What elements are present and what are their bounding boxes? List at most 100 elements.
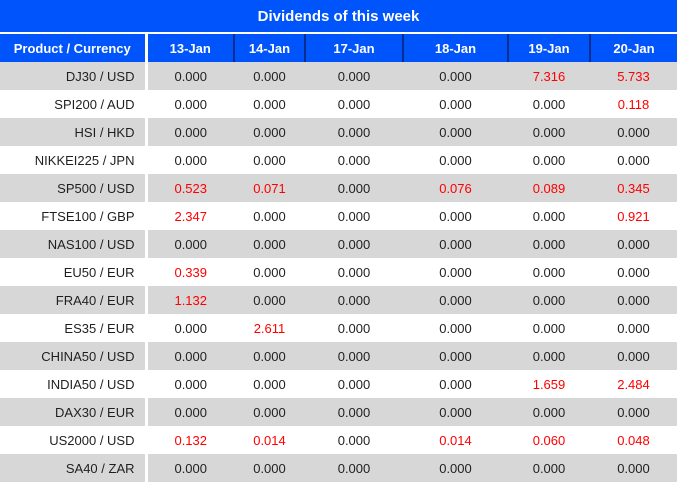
value-cell: 0.000 bbox=[305, 118, 403, 146]
column-header-date: 13-Jan bbox=[146, 34, 234, 62]
value-cell: 0.000 bbox=[305, 342, 403, 370]
value-cell: 0.000 bbox=[234, 286, 305, 314]
product-cell: DAX30 / EUR bbox=[0, 398, 148, 426]
value-cell: 0.000 bbox=[403, 146, 508, 174]
value-cell: 0.000 bbox=[403, 202, 508, 230]
table-row: ES35 / EUR 0.000 2.611 0.000 0.000 0.000 0.000 bbox=[0, 314, 677, 342]
column-header-date: 17-Jan bbox=[304, 34, 403, 62]
value-cell: 0.000 bbox=[403, 342, 508, 370]
value-cell: 0.000 bbox=[508, 286, 590, 314]
product-cell: DJ30 / USD bbox=[0, 62, 148, 90]
value-cell: 0.048 bbox=[590, 426, 677, 454]
value-cell: 0.000 bbox=[403, 370, 508, 398]
value-cell: 0.000 bbox=[234, 230, 305, 258]
value-cell: 0.000 bbox=[403, 398, 508, 426]
value-cell: 0.000 bbox=[508, 398, 590, 426]
value-cell: 0.071 bbox=[234, 174, 305, 202]
table-row: FTSE100 / GBP 2.347 0.000 0.000 0.000 0.000 0.… bbox=[0, 202, 677, 230]
product-cell: SA40 / ZAR bbox=[0, 454, 148, 482]
value-cell: 0.000 bbox=[305, 426, 403, 454]
value-cell: 0.000 bbox=[146, 370, 234, 398]
value-cell: 0.000 bbox=[234, 454, 305, 482]
value-cell: 0.000 bbox=[590, 230, 677, 258]
value-cell: 0.000 bbox=[508, 258, 590, 286]
page-title: Dividends of this week bbox=[0, 0, 677, 34]
value-cell: 0.000 bbox=[305, 454, 403, 482]
product-cell: US2000 / USD bbox=[0, 426, 148, 454]
table-row: NAS100 / USD 0.000 0.000 0.000 0.000 0.000 0.0… bbox=[0, 230, 677, 258]
value-cell: 2.347 bbox=[146, 202, 234, 230]
value-cell: 1.659 bbox=[508, 370, 590, 398]
value-cell: 0.000 bbox=[234, 202, 305, 230]
value-cell: 0.523 bbox=[146, 174, 234, 202]
value-cell: 0.060 bbox=[508, 426, 590, 454]
table-row: US2000 / USD 0.132 0.014 0.000 0.014 0.060 0.0… bbox=[0, 426, 677, 454]
product-cell: NAS100 / USD bbox=[0, 230, 148, 258]
value-cell: 0.000 bbox=[403, 62, 508, 90]
value-cell: 0.000 bbox=[146, 398, 234, 426]
value-cell: 0.000 bbox=[590, 286, 677, 314]
value-cell: 0.000 bbox=[146, 342, 234, 370]
table-row: INDIA50 / USD 0.000 0.000 0.000 0.000 1.659 2.… bbox=[0, 370, 677, 398]
column-header-date: 19-Jan bbox=[507, 34, 590, 62]
value-cell: 0.000 bbox=[305, 286, 403, 314]
value-cell: 0.000 bbox=[508, 230, 590, 258]
value-cell: 0.000 bbox=[590, 454, 677, 482]
table-row: FRA40 / EUR 1.132 0.000 0.000 0.000 0.000 0.00… bbox=[0, 286, 677, 314]
value-cell: 0.000 bbox=[508, 118, 590, 146]
value-cell: 0.339 bbox=[146, 258, 234, 286]
value-cell: 0.000 bbox=[305, 90, 403, 118]
value-cell: 2.611 bbox=[234, 314, 305, 342]
value-cell: 0.000 bbox=[508, 202, 590, 230]
value-cell: 0.000 bbox=[403, 286, 508, 314]
value-cell: 0.000 bbox=[146, 230, 234, 258]
value-cell: 0.000 bbox=[403, 90, 508, 118]
value-cell: 0.014 bbox=[403, 426, 508, 454]
value-cell: 0.000 bbox=[146, 454, 234, 482]
table-row: CHINA50 / USD 0.000 0.000 0.000 0.000 0.000 0.… bbox=[0, 342, 677, 370]
product-cell: SPI200 / AUD bbox=[0, 90, 148, 118]
product-cell: SP500 / USD bbox=[0, 174, 148, 202]
table-header-row: Product / Currency 13-Jan 14-Jan 17-Jan 18-J… bbox=[0, 34, 677, 62]
value-cell: 0.000 bbox=[234, 258, 305, 286]
column-header-date: 14-Jan bbox=[233, 34, 305, 62]
value-cell: 2.484 bbox=[590, 370, 677, 398]
value-cell: 0.000 bbox=[146, 118, 234, 146]
product-cell: FRA40 / EUR bbox=[0, 286, 148, 314]
value-cell: 0.132 bbox=[146, 426, 234, 454]
value-cell: 0.000 bbox=[403, 258, 508, 286]
value-cell: 7.316 bbox=[508, 62, 590, 90]
value-cell: 0.000 bbox=[234, 342, 305, 370]
value-cell: 0.000 bbox=[403, 230, 508, 258]
dividends-widget: Dividends of this week Product / Currenc… bbox=[0, 0, 677, 484]
value-cell: 0.000 bbox=[305, 314, 403, 342]
value-cell: 0.000 bbox=[305, 370, 403, 398]
value-cell: 0.000 bbox=[234, 62, 305, 90]
column-header-date: 20-Jan bbox=[589, 34, 677, 62]
column-header-date: 18-Jan bbox=[402, 34, 508, 62]
product-cell: EU50 / EUR bbox=[0, 258, 148, 286]
value-cell: 0.000 bbox=[146, 90, 234, 118]
product-cell: HSI / HKD bbox=[0, 118, 148, 146]
value-cell: 0.118 bbox=[590, 90, 677, 118]
table-row: SP500 / USD 0.523 0.071 0.000 0.076 0.089 0.34… bbox=[0, 174, 677, 202]
value-cell: 0.921 bbox=[590, 202, 677, 230]
table-row: DJ30 / USD 0.000 0.000 0.000 0.000 7.316 5.733 bbox=[0, 62, 677, 90]
value-cell: 0.000 bbox=[590, 314, 677, 342]
value-cell: 0.000 bbox=[305, 230, 403, 258]
value-cell: 0.000 bbox=[234, 398, 305, 426]
value-cell: 0.000 bbox=[305, 146, 403, 174]
value-cell: 0.000 bbox=[508, 90, 590, 118]
product-cell: CHINA50 / USD bbox=[0, 342, 148, 370]
value-cell: 0.089 bbox=[508, 174, 590, 202]
value-cell: 1.132 bbox=[146, 286, 234, 314]
value-cell: 0.000 bbox=[146, 62, 234, 90]
value-cell: 0.000 bbox=[305, 174, 403, 202]
value-cell: 0.000 bbox=[590, 258, 677, 286]
value-cell: 0.000 bbox=[590, 146, 677, 174]
table-row: EU50 / EUR 0.339 0.000 0.000 0.000 0.000 0.000 bbox=[0, 258, 677, 286]
value-cell: 0.000 bbox=[234, 118, 305, 146]
product-cell: ES35 / EUR bbox=[0, 314, 148, 342]
table-row: NIKKEI225 / JPN 0.000 0.000 0.000 0.000 0.000… bbox=[0, 146, 677, 174]
product-cell: NIKKEI225 / JPN bbox=[0, 146, 148, 174]
